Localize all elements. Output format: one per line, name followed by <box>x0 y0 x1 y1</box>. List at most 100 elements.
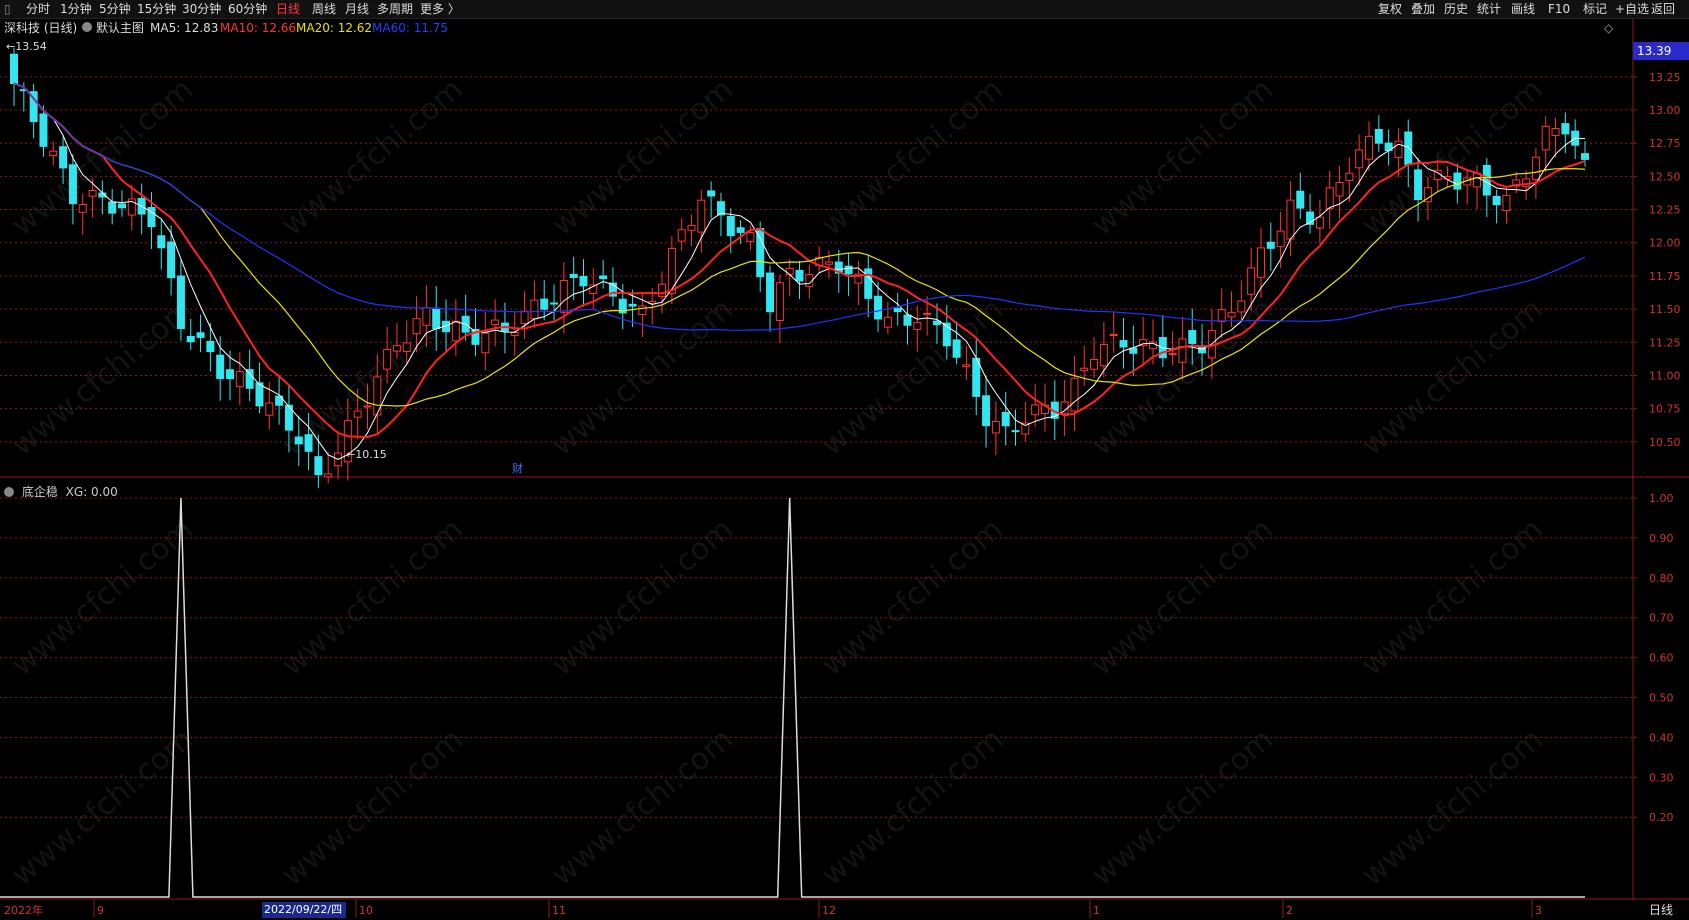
candle-body <box>510 331 519 336</box>
chart-template-label[interactable]: 默认主图 <box>96 21 144 35</box>
period-tab-0[interactable]: 分时 <box>26 1 50 17</box>
period-tab-2[interactable]: 5分钟 <box>99 1 131 17</box>
candle-body <box>1168 353 1177 356</box>
candle-body <box>226 369 235 380</box>
candle-body <box>726 216 735 237</box>
indicator-gear-icon[interactable] <box>4 487 14 497</box>
month-label: 12 <box>822 904 836 917</box>
candle-body <box>658 283 667 297</box>
candle-body <box>550 302 559 305</box>
candle-body <box>49 150 58 156</box>
toolbar-button-4[interactable]: 画线 <box>1511 1 1535 17</box>
candle-body <box>363 405 372 408</box>
month-label: 2 <box>1286 904 1293 917</box>
candle-body <box>1188 330 1197 344</box>
candle-body <box>1394 140 1403 159</box>
price-tick-label: 12.00 <box>1649 237 1681 250</box>
candle-body <box>1256 247 1265 278</box>
toolbar-button-3[interactable]: 统计 <box>1477 1 1501 17</box>
period-tab-7[interactable]: 周线 <box>312 1 336 17</box>
candle-body <box>1404 131 1413 166</box>
period-tab-1[interactable]: 1分钟 <box>60 1 92 17</box>
candle-body <box>824 261 833 265</box>
chart-canvas[interactable]: 13.25 13.00 12.75 12.50 12.25 12.00 11.75 11.50… <box>0 0 1689 920</box>
month-label: 11 <box>552 904 566 917</box>
candle-body <box>206 340 215 353</box>
period-tab-5[interactable]: 60分钟 <box>228 1 267 17</box>
candle-body <box>1178 338 1187 363</box>
toolbar-button-1[interactable]: 叠加 <box>1411 1 1435 17</box>
toolbar-button-8[interactable]: 返回 <box>1651 1 1675 17</box>
candle-body <box>481 332 490 354</box>
date-cursor-label: 2022/09/22/四 <box>262 902 346 918</box>
period-tab-8[interactable]: 月线 <box>345 1 369 17</box>
menu-icon[interactable]: ▯ <box>4 1 11 17</box>
xg-signal-line <box>0 497 1585 898</box>
candle-body <box>1276 230 1285 248</box>
period-tab-9[interactable]: 多周期 <box>377 1 413 17</box>
candle-body <box>176 275 185 330</box>
candle-body <box>1551 127 1560 136</box>
indicator-name[interactable]: 底企稳 <box>22 485 58 499</box>
finance-event-marker: 财 <box>512 461 523 475</box>
indicator-title-bar: 底企稳 XG: 0.00 <box>4 483 118 500</box>
candle-body <box>1315 216 1324 229</box>
toolbar-button-0[interactable]: 复权 <box>1378 1 1402 17</box>
candle-body <box>1581 153 1589 160</box>
candle-body <box>324 473 333 478</box>
candle-body <box>491 319 500 326</box>
indicator-tick-label: 0.60 <box>1649 652 1674 665</box>
candle-body <box>1531 156 1540 181</box>
candle-body <box>530 299 539 320</box>
candle-body <box>962 364 971 368</box>
indicator-xg-value: XG: 0.00 <box>65 485 118 499</box>
stock-title[interactable]: 深科技 (日线) <box>4 21 77 35</box>
candle-body <box>687 224 696 231</box>
ma5-value: MA5: 12.83 <box>150 21 219 35</box>
candle-body <box>1492 195 1501 206</box>
toolbar-button-2[interactable]: 历史 <box>1444 1 1468 17</box>
candle-body <box>392 345 401 352</box>
candle-body <box>186 335 195 343</box>
toolbar-button-7[interactable]: +自选 <box>1615 1 1649 17</box>
candle-body <box>775 282 784 321</box>
candle-body <box>1119 340 1128 348</box>
period-tab-3[interactable]: 15分钟 <box>137 1 176 17</box>
ma-info-bar: 深科技 (日线) 默认主图 MA5: 12.83 MA10: 12.66 MA2… <box>0 19 1630 37</box>
price-tick-label: 11.75 <box>1649 270 1681 283</box>
indicator-tick-label: 0.50 <box>1649 692 1674 705</box>
price-tick-label: 13.25 <box>1649 71 1681 84</box>
toolbar-button-6[interactable]: 标记 <box>1583 1 1607 17</box>
indicator-tick-label: 0.40 <box>1649 731 1674 744</box>
collapse-diamond-icon[interactable]: ◇ <box>1604 21 1613 35</box>
price-tick-label: 12.75 <box>1649 137 1681 150</box>
price-tick-label: 12.50 <box>1649 170 1681 183</box>
settings-gear-icon[interactable] <box>82 21 92 35</box>
candle-body <box>39 113 48 147</box>
candle-body <box>756 228 765 278</box>
candle-body <box>1374 129 1383 144</box>
period-tab-10[interactable]: 更多 〉 <box>420 1 460 17</box>
candle-body <box>235 371 244 388</box>
candle-body <box>991 421 1000 434</box>
period-tab-4[interactable]: 30分钟 <box>182 1 221 17</box>
candle-body <box>157 235 166 249</box>
candle-body <box>88 189 97 197</box>
indicator-tick-label: 0.20 <box>1649 811 1674 824</box>
candle-body <box>1472 172 1481 188</box>
candle-body <box>1355 149 1364 169</box>
candle-body <box>1364 135 1373 160</box>
period-tab-6[interactable]: 日线 <box>276 1 300 17</box>
candle-body <box>1296 190 1305 209</box>
candle-body <box>1237 300 1246 313</box>
candle-body <box>1070 377 1079 412</box>
bottom-tab-daily[interactable]: 日线 <box>1633 900 1689 920</box>
toolbar-button-5[interactable]: F10 <box>1548 1 1570 17</box>
candle-body <box>982 395 991 427</box>
candle-body <box>923 312 932 315</box>
candle-body <box>697 199 706 233</box>
candle-body <box>677 229 686 242</box>
candle-body <box>1335 182 1344 197</box>
candle-body <box>667 247 676 294</box>
price-tick-label: 11.25 <box>1649 336 1681 349</box>
